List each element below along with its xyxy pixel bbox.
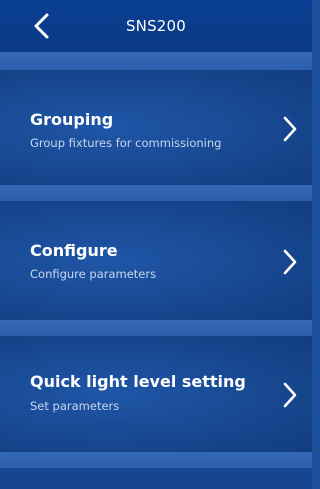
chevron-right-icon: [283, 249, 297, 275]
chevron-left-icon: [34, 13, 49, 39]
menu-item-title: Quick light level setting: [30, 372, 246, 391]
chevron-right-icon: [283, 382, 297, 408]
menu-item-title: Grouping: [30, 110, 114, 129]
bottom-area: [0, 468, 312, 489]
menu-item-subtitle: Set parameters: [30, 399, 120, 413]
page-title: SNS200: [125, 17, 187, 35]
menu-item-title: Configure: [30, 241, 118, 260]
section-divider: [0, 452, 312, 468]
menu-item-subtitle: Configure parameters: [30, 267, 157, 281]
top-bar: SNS200: [0, 0, 312, 52]
menu-item-subtitle: Group fixtures for commissioning: [30, 136, 222, 150]
menu-item-grouping[interactable]: Grouping Group fixtures for commissionin…: [0, 70, 312, 185]
chevron-right-icon: [283, 116, 297, 142]
menu-item-quick-light-level[interactable]: Quick light level setting Set parameters: [0, 336, 312, 452]
section-divider: [0, 320, 312, 336]
section-divider: [0, 52, 312, 70]
back-button[interactable]: [30, 12, 54, 40]
app-screen: SNS200 Grouping Group fixtures for commi…: [0, 0, 312, 489]
section-divider: [0, 185, 312, 201]
menu-item-configure[interactable]: Configure Configure parameters: [0, 201, 312, 320]
